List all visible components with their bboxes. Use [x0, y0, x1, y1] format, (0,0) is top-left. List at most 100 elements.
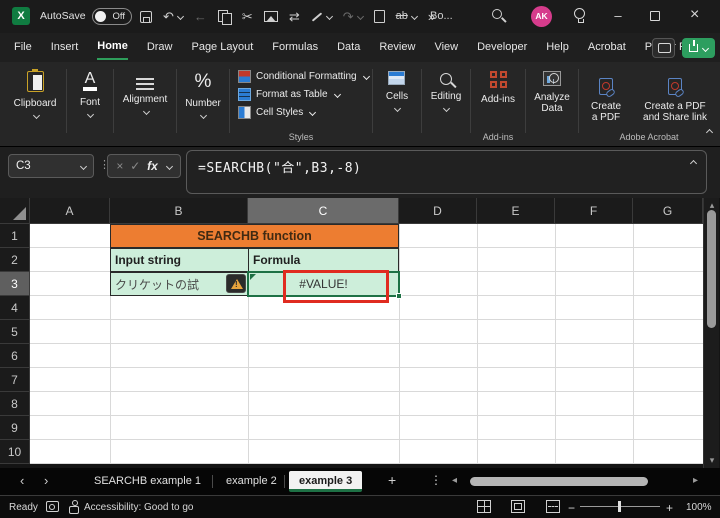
row-header-9[interactable]: 9: [0, 416, 30, 440]
tab-review[interactable]: Review: [379, 36, 415, 59]
cell-styles-button[interactable]: Cell Styles: [238, 106, 372, 119]
page-layout-view-button[interactable]: [511, 500, 525, 513]
back-button[interactable]: ←: [194, 10, 207, 23]
cell-c2[interactable]: Formula: [248, 248, 399, 272]
name-box[interactable]: C3: [8, 154, 94, 178]
format-as-table-button[interactable]: Format as Table: [238, 88, 372, 101]
expand-formula-bar-icon[interactable]: [690, 160, 697, 167]
vertical-scrollbar-thumb[interactable]: [707, 210, 716, 328]
tab-draw[interactable]: Draw: [147, 36, 173, 59]
column-header-f[interactable]: F: [555, 198, 633, 224]
comments-button[interactable]: [652, 38, 675, 58]
conditional-formatting-button[interactable]: Conditional Formatting: [238, 70, 372, 83]
undo-button[interactable]: ↶: [163, 10, 183, 23]
macro-record-button[interactable]: [46, 501, 59, 512]
normal-view-button[interactable]: [477, 500, 491, 513]
tab-home[interactable]: Home: [97, 35, 128, 60]
cells-group[interactable]: Cells: [373, 62, 421, 146]
cell-b2[interactable]: Input string: [110, 248, 249, 272]
horizontal-scrollbar[interactable]: [464, 477, 688, 486]
clipboard-group[interactable]: Clipboard: [4, 62, 66, 146]
column-header-c[interactable]: C: [248, 198, 399, 224]
addins-group[interactable]: Add-ins Add-ins: [471, 62, 525, 146]
tab-page-layout[interactable]: Page Layout: [191, 36, 253, 59]
tab-acrobat[interactable]: Acrobat: [588, 36, 626, 59]
fill-handle[interactable]: [396, 293, 402, 299]
sheet-options-button[interactable]: ⋮: [430, 473, 442, 487]
save-button[interactable]: [140, 11, 152, 23]
enter-button[interactable]: ✓: [130, 159, 140, 173]
column-header-a[interactable]: A: [30, 198, 110, 224]
page-break-view-button[interactable]: [546, 500, 560, 513]
zoom-out-button[interactable]: −: [568, 501, 575, 515]
copy-button[interactable]: [218, 10, 231, 23]
row-header-5[interactable]: 5: [0, 320, 30, 344]
tab-data[interactable]: Data: [337, 36, 360, 59]
minimize-button[interactable]: –: [612, 8, 624, 23]
add-sheet-button[interactable]: +: [388, 472, 396, 488]
account-avatar[interactable]: AK: [531, 6, 552, 27]
hscroll-right-icon[interactable]: ▸: [693, 475, 698, 486]
cell-b1-title[interactable]: SEARCHB function: [110, 224, 399, 248]
column-header-e[interactable]: E: [477, 198, 555, 224]
lightbulb-icon[interactable]: [574, 8, 585, 19]
formula-input[interactable]: =SEARCHB("合",B3,-8): [186, 150, 707, 194]
column-header-d[interactable]: D: [399, 198, 477, 224]
redo-button[interactable]: ↷: [343, 10, 363, 23]
zoom-level[interactable]: 100%: [686, 502, 712, 513]
zoom-slider[interactable]: [580, 506, 660, 507]
font-group[interactable]: A Font: [67, 62, 113, 146]
maximize-button[interactable]: [650, 11, 660, 21]
row-header-6[interactable]: 6: [0, 344, 30, 368]
zoom-in-button[interactable]: +: [666, 501, 673, 515]
tab-view[interactable]: View: [434, 36, 458, 59]
row-header-2[interactable]: 2: [0, 248, 30, 272]
strikethrough-button[interactable]: ab: [396, 11, 417, 22]
tab-developer[interactable]: Developer: [477, 36, 527, 59]
hscroll-left-icon[interactable]: ◂: [452, 475, 457, 486]
scroll-down-icon[interactable]: ▾: [704, 455, 720, 466]
zoom-slider-thumb[interactable]: [618, 501, 621, 512]
error-checking-button[interactable]: !: [226, 274, 246, 293]
tab-file[interactable]: File: [14, 36, 32, 59]
analyze-data-button[interactable]: Analyze Data: [526, 62, 578, 146]
row-header-4[interactable]: 4: [0, 296, 30, 320]
number-group[interactable]: % Number: [177, 62, 229, 146]
editing-group[interactable]: Editing: [422, 62, 470, 146]
alignment-group[interactable]: Alignment: [114, 62, 176, 146]
row-header-10[interactable]: 10: [0, 440, 30, 464]
excel-app-icon[interactable]: X: [12, 7, 30, 25]
row-header-8[interactable]: 8: [0, 392, 30, 416]
horizontal-scrollbar-thumb[interactable]: [470, 477, 648, 486]
row-header-3[interactable]: 3: [0, 272, 30, 296]
collapse-ribbon-button[interactable]: [707, 122, 712, 140]
select-all-button[interactable]: [0, 198, 30, 224]
prev-sheet-button[interactable]: ‹: [20, 473, 24, 488]
tab-insert[interactable]: Insert: [51, 36, 79, 59]
column-header-b[interactable]: B: [110, 198, 248, 224]
cut-button[interactable]: ✂: [242, 10, 253, 23]
tab-help[interactable]: Help: [546, 36, 569, 59]
next-sheet-button[interactable]: ›: [44, 473, 48, 488]
paste-picture-button[interactable]: [264, 11, 278, 22]
create-pdf-share-button[interactable]: Create a PDF and Share link: [634, 69, 716, 139]
tab-formulas[interactable]: Formulas: [272, 36, 318, 59]
new-document-button[interactable]: [374, 10, 385, 23]
vertical-scrollbar[interactable]: ▴ ▾: [703, 198, 719, 468]
close-button[interactable]: ×: [690, 6, 699, 24]
sheet-tab-1[interactable]: SEARCHB example 1: [84, 471, 211, 492]
share-button[interactable]: [682, 38, 715, 58]
create-pdf-button[interactable]: Create a PDF: [582, 69, 630, 139]
search-icon[interactable]: [492, 9, 502, 19]
row-header-1[interactable]: 1: [0, 224, 30, 248]
sheet-tab-3-active[interactable]: example 3: [289, 471, 362, 492]
switch-windows-button[interactable]: ⇄: [289, 10, 300, 23]
row-header-7[interactable]: 7: [0, 368, 30, 392]
insert-function-button[interactable]: fx: [147, 159, 158, 173]
sheet-tab-2[interactable]: example 2: [216, 471, 287, 492]
column-header-g[interactable]: G: [633, 198, 703, 224]
cancel-button[interactable]: ×: [116, 159, 123, 173]
autosave-toggle[interactable]: Off: [92, 8, 132, 25]
ink-button[interactable]: [311, 14, 332, 19]
accessibility-status[interactable]: Accessibility: Good to go: [84, 502, 194, 513]
